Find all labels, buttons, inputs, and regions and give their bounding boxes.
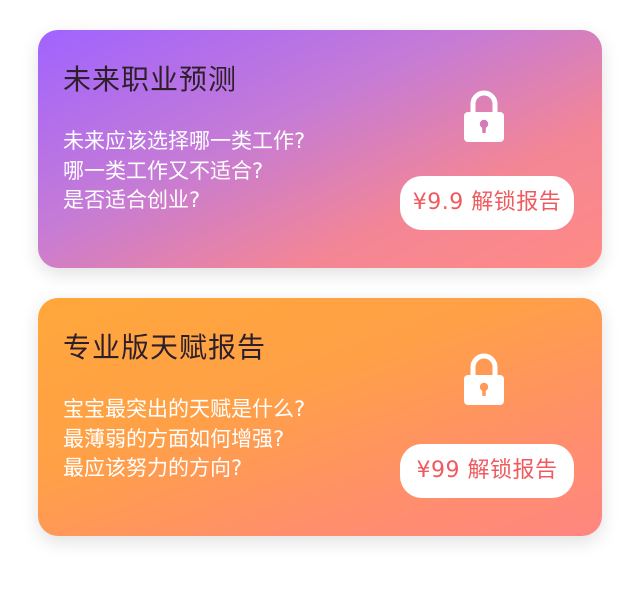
card-question: 宝宝最突出的天赋是什么? [63, 397, 306, 421]
card-questions: 宝宝最突出的天赋是什么? 最薄弱的方面如何增强? 最应该努力的方向? [63, 395, 305, 484]
card-title: 专业版天赋报告 [63, 331, 267, 364]
lock-icon [464, 90, 504, 142]
card-question: 最薄弱的方面如何增强? [63, 426, 285, 451]
card-question: 是否适合创业? [63, 188, 201, 212]
unlock-report-button[interactable]: ¥99 解锁报告 [400, 444, 574, 498]
lock-icon [464, 353, 504, 405]
card-question: 最应该努力的方向? [63, 456, 243, 480]
talent-report-card[interactable]: 专业版天赋报告 宝宝最突出的天赋是什么? 最薄弱的方面如何增强? 最应该努力的方… [38, 298, 602, 536]
card-question: 未来应该选择哪一类工作? [63, 129, 306, 153]
unlock-report-button[interactable]: ¥9.9 解锁报告 [400, 176, 574, 230]
card-question: 哪一类工作又不适合? [63, 158, 264, 183]
career-prediction-card[interactable]: 未来职业预测 未来应该选择哪一类工作? 哪一类工作又不适合? 是否适合创业? ¥… [38, 30, 602, 268]
card-questions: 未来应该选择哪一类工作? 哪一类工作又不适合? 是否适合创业? [63, 127, 305, 216]
card-title: 未来职业预测 [63, 63, 238, 96]
